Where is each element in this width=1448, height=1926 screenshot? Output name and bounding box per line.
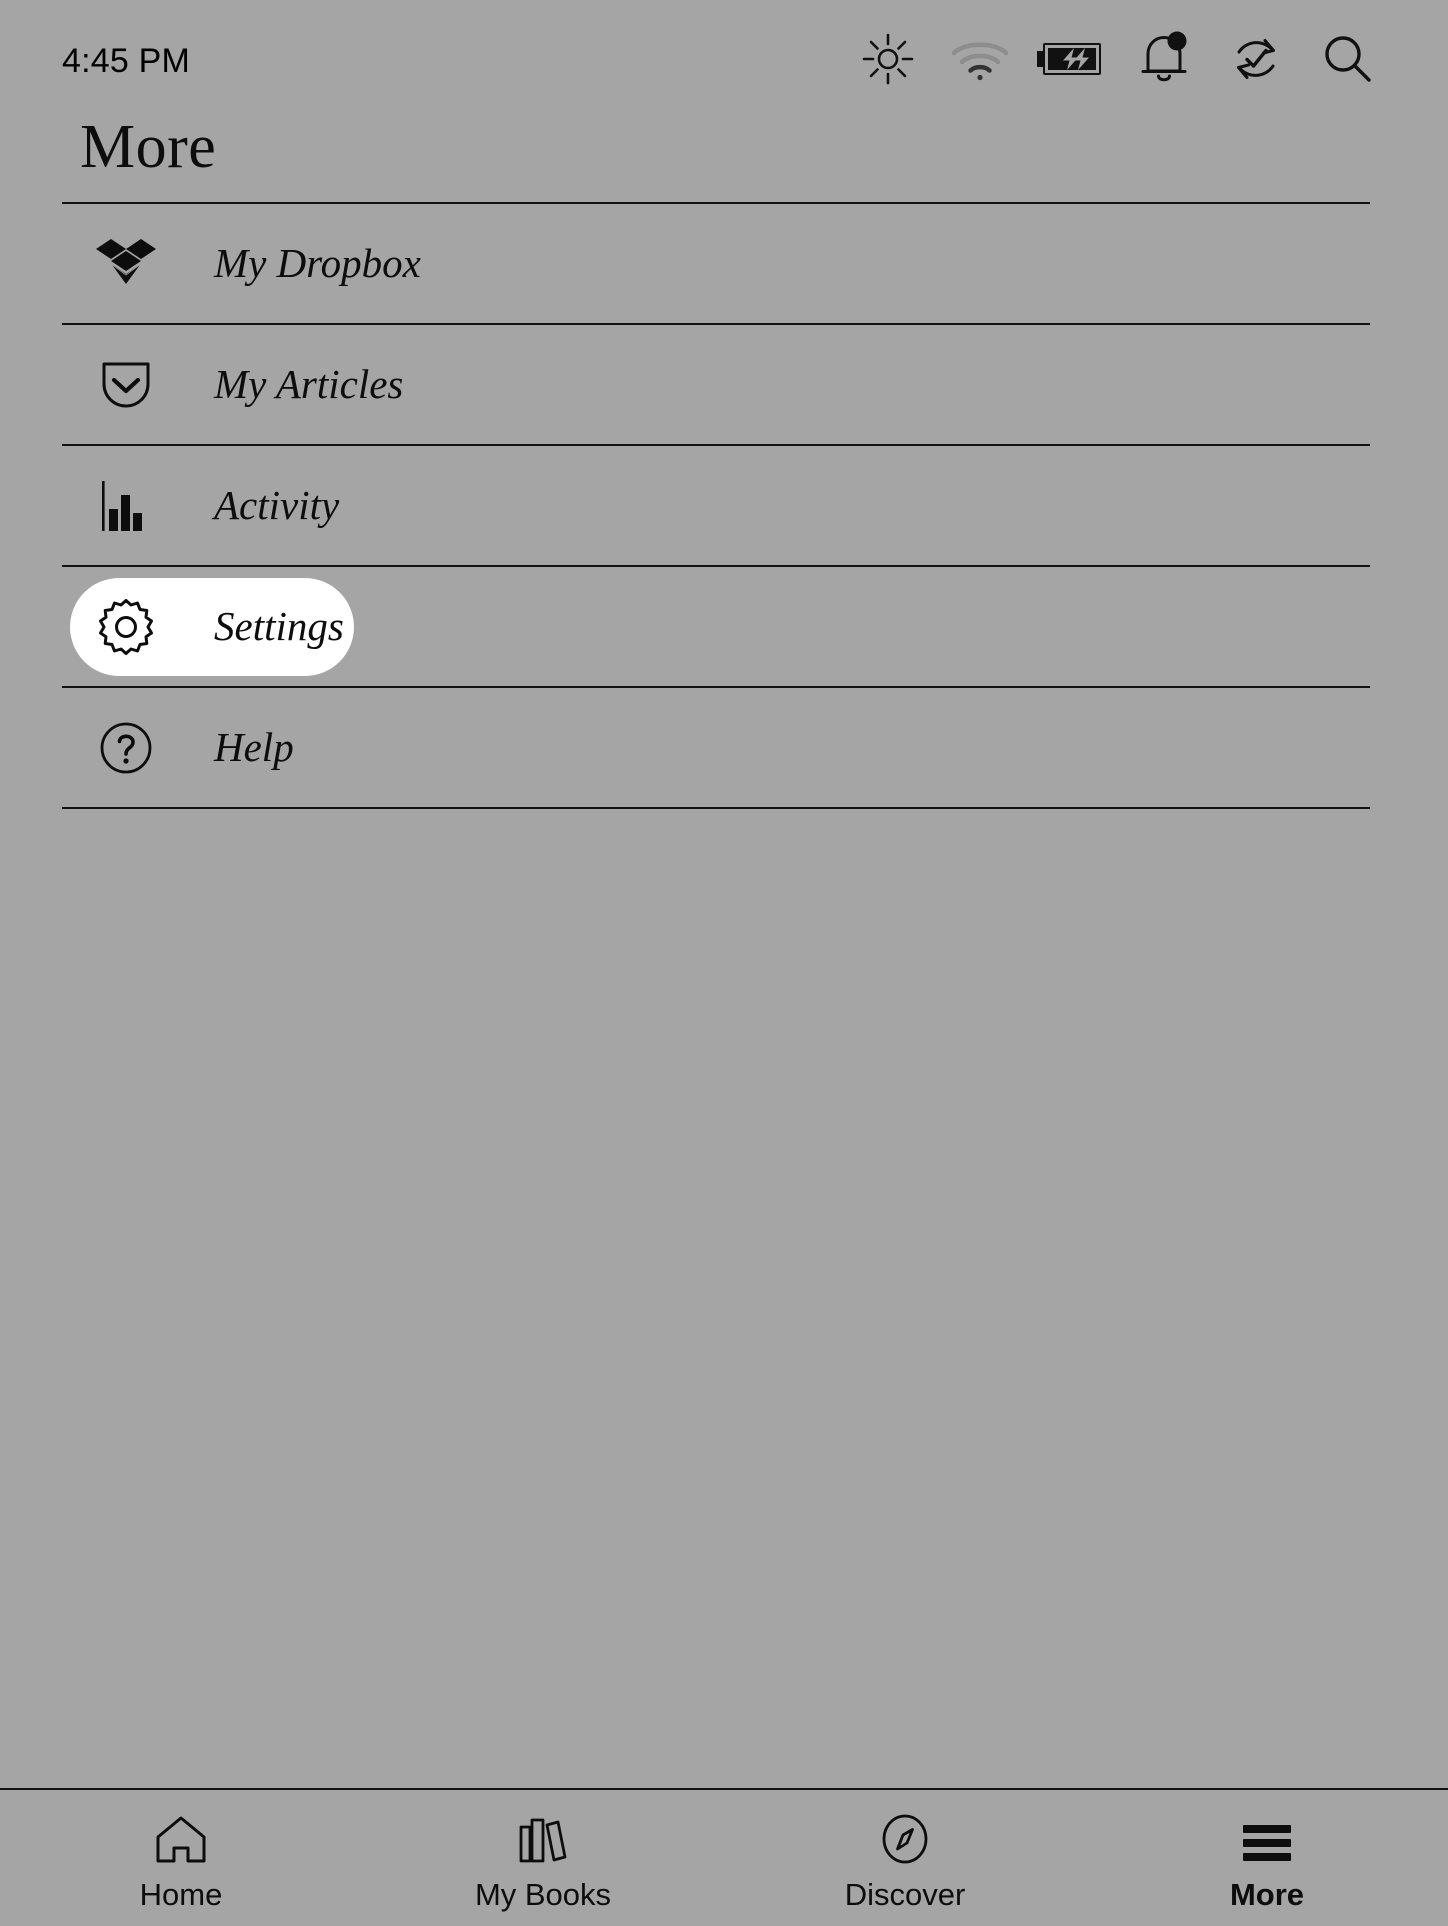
dropbox-icon — [94, 236, 158, 292]
page-title: More — [80, 112, 216, 183]
notifications-bell-icon[interactable] — [1118, 13, 1210, 105]
bottom-navigation-bar: Home My Books Discover — [0, 1788, 1448, 1926]
nav-tab-label: More — [1230, 1879, 1304, 1910]
battery-charging-icon[interactable] — [1026, 13, 1118, 105]
menu-item-label: My Articles — [214, 364, 403, 405]
home-icon — [154, 1813, 208, 1865]
status-time: 4:45 PM — [62, 40, 190, 78]
menu-item-label: My Dropbox — [214, 243, 421, 284]
pocket-icon — [94, 356, 158, 414]
nav-tab-home[interactable]: Home — [0, 1790, 362, 1926]
more-menu-list: My Dropbox My Articles Activity — [62, 202, 1370, 809]
status-icon-group — [842, 13, 1394, 105]
books-icon — [517, 1813, 569, 1865]
nav-tab-label: My Books — [475, 1879, 611, 1910]
compass-icon — [881, 1813, 929, 1865]
menu-item-activity[interactable]: Activity — [62, 446, 1370, 565]
activity-bar-chart-icon — [94, 479, 158, 533]
wifi-icon[interactable] — [934, 13, 1026, 105]
menu-item-help[interactable]: Help — [62, 688, 1370, 807]
question-circle-icon — [94, 721, 158, 775]
divider — [62, 807, 1370, 809]
gear-icon — [94, 599, 158, 655]
nav-tab-discover[interactable]: Discover — [724, 1790, 1086, 1926]
status-bar: 4:45 PM — [0, 0, 1448, 118]
menu-item-label: Settings — [214, 606, 344, 647]
menu-item-my-dropbox[interactable]: My Dropbox — [62, 204, 1370, 323]
brightness-icon[interactable] — [842, 13, 934, 105]
nav-tab-more[interactable]: More — [1086, 1790, 1448, 1926]
nav-tab-my-books[interactable]: My Books — [362, 1790, 724, 1926]
nav-tab-label: Discover — [845, 1879, 966, 1910]
nav-tab-label: Home — [140, 1879, 223, 1910]
menu-item-label: Activity — [214, 485, 339, 526]
menu-item-settings[interactable]: Settings — [62, 567, 1370, 686]
sync-check-icon[interactable] — [1210, 13, 1302, 105]
hamburger-menu-icon — [1241, 1813, 1293, 1865]
search-icon[interactable] — [1302, 13, 1394, 105]
menu-item-label: Help — [214, 727, 294, 768]
menu-item-my-articles[interactable]: My Articles — [62, 325, 1370, 444]
